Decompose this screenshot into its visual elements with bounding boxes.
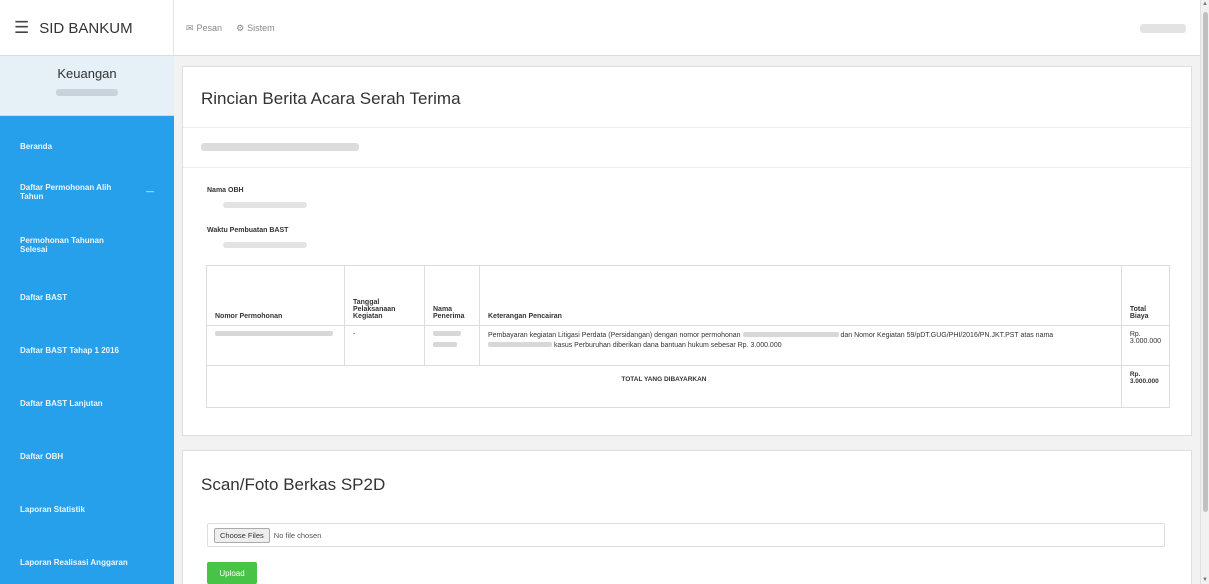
scroll-down-icon[interactable]: ▼ bbox=[1202, 577, 1208, 583]
bast-number bbox=[201, 143, 359, 151]
sidebar-profile: Keuangan bbox=[0, 56, 174, 116]
bast-table: Nomor Permohonan Tanggal Pelaksanaan Keg… bbox=[206, 265, 1171, 408]
top-navbar: ☰ SID BANKUM ✉ Pesan ⚙ Sistem bbox=[0, 0, 1200, 56]
col-tanggal: Tanggal Pelaksanaan Kegiatan bbox=[344, 265, 425, 326]
nav-sistem[interactable]: ⚙ Sistem bbox=[236, 23, 275, 34]
divider bbox=[183, 167, 1191, 168]
file-input[interactable]: Choose Files No file chosen bbox=[207, 523, 1165, 547]
page-title: Rincian Berita Acara Serah Terima bbox=[201, 89, 461, 108]
scroll-thumb[interactable] bbox=[1203, 12, 1208, 512]
col-keterangan: Keterangan Pencairan bbox=[479, 265, 1122, 326]
cell-nomor bbox=[206, 325, 345, 366]
nama-obh-label: Nama OBH bbox=[207, 187, 244, 194]
collapse-icon: — bbox=[146, 187, 154, 196]
upload-title: Scan/Foto Berkas SP2D bbox=[201, 475, 386, 494]
col-penerima: Nama Penerima bbox=[424, 265, 480, 326]
sidebar-menu: Beranda Daftar Permohonan Alih Tahun — Pe… bbox=[0, 128, 174, 584]
top-nav: ✉ Pesan ⚙ Sistem bbox=[186, 0, 275, 56]
sidebar-item-bast-tahap[interactable]: Daftar BAST Tahap 1 2016 bbox=[0, 324, 174, 377]
total-value: Rp. 3.000.000 bbox=[1120, 365, 1171, 408]
table-header-row: Nomor Permohonan Tanggal Pelaksanaan Keg… bbox=[206, 265, 1171, 326]
sidebar-item-permohonan-selesai[interactable]: Permohonan Tahunan Selesai bbox=[0, 218, 174, 271]
waktu-value bbox=[223, 242, 307, 248]
bast-detail-panel: Rincian Berita Acara Serah Terima Nama O… bbox=[182, 66, 1192, 436]
brand-name: SID BANKUM bbox=[39, 19, 133, 37]
nav-pesan[interactable]: ✉ Pesan bbox=[186, 23, 222, 34]
col-nomor-permohonan: Nomor Permohonan bbox=[206, 265, 345, 326]
upload-panel: Scan/Foto Berkas SP2D Choose Files No fi… bbox=[182, 450, 1192, 584]
cell-penerima bbox=[424, 325, 480, 366]
page-scrollbar[interactable]: ▲ ▼ bbox=[1200, 0, 1209, 584]
sidebar-item-laporan-statistik[interactable]: Laporan Statistik bbox=[0, 483, 174, 536]
sidebar-item-daftar-bast[interactable]: Daftar BAST bbox=[0, 271, 174, 324]
sidebar-item-bast-lanjutan[interactable]: Daftar BAST Lanjutan bbox=[0, 377, 174, 430]
profile-username bbox=[56, 89, 118, 96]
nama-obh-value bbox=[223, 202, 307, 208]
hamburger-icon[interactable]: ☰ bbox=[14, 18, 29, 38]
table-row: - Pembayaran kegiatan Litigasi Perdata (… bbox=[206, 325, 1171, 366]
sidebar-item-beranda[interactable]: Beranda bbox=[0, 128, 174, 165]
total-label: TOTAL YANG DIBAYARKAN bbox=[206, 365, 1122, 408]
sidebar-item-daftar-obh[interactable]: Daftar OBH bbox=[0, 430, 174, 483]
brand[interactable]: ☰ SID BANKUM bbox=[0, 0, 174, 56]
choose-files-button[interactable]: Choose Files bbox=[214, 527, 270, 543]
cogs-icon: ⚙ bbox=[236, 22, 245, 33]
col-total: Total Biaya bbox=[1120, 265, 1171, 326]
divider bbox=[183, 127, 1191, 128]
sidebar: Keuangan Beranda Daftar Permohonan Alih … bbox=[0, 56, 174, 584]
cell-tanggal: - bbox=[344, 325, 425, 366]
upload-button[interactable]: Upload bbox=[207, 562, 257, 584]
file-status: No file chosen bbox=[273, 530, 322, 540]
sidebar-item-permohonan-alih-tahun[interactable]: Daftar Permohonan Alih Tahun — bbox=[0, 165, 174, 218]
sidebar-item-laporan-realisasi[interactable]: Laporan Realisasi Anggaran bbox=[0, 536, 174, 584]
cell-keterangan: Pembayaran kegiatan Litigasi Perdata (Pe… bbox=[479, 325, 1122, 366]
profile-role: Keuangan bbox=[57, 66, 117, 81]
user-menu[interactable] bbox=[1140, 24, 1186, 33]
envelope-icon: ✉ bbox=[186, 22, 194, 33]
total-row: TOTAL YANG DIBAYARKAN Rp. 3.000.000 bbox=[206, 365, 1171, 408]
cell-total: Rp. 3.000.000 bbox=[1120, 325, 1171, 366]
waktu-label: Waktu Pembuatan BAST bbox=[207, 227, 289, 234]
scroll-up-icon[interactable]: ▲ bbox=[1202, 1, 1208, 7]
